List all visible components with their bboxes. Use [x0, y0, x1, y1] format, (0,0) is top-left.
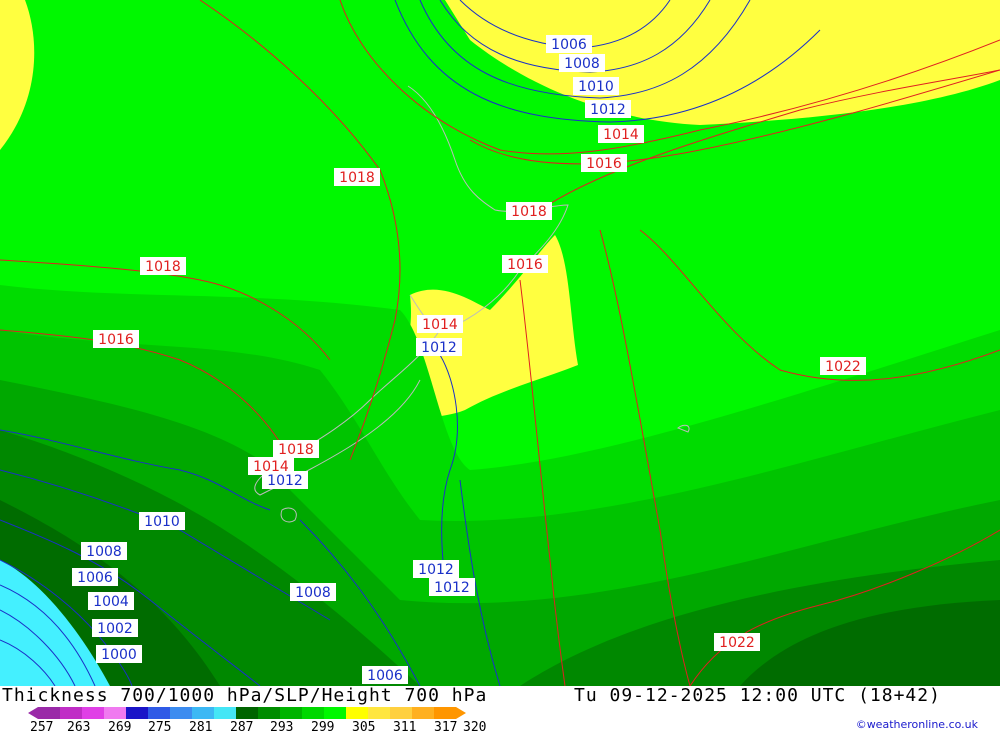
- svg-text:1012: 1012: [421, 340, 457, 356]
- isobar-label-blue: 1008: [290, 583, 336, 601]
- svg-text:1008: 1008: [564, 56, 600, 72]
- svg-text:1008: 1008: [295, 585, 331, 601]
- isobar-label-blue: 1002: [92, 619, 138, 637]
- isobar-label-red: 1022: [820, 357, 866, 375]
- svg-text:1010: 1010: [578, 79, 614, 95]
- legend-swatch: [104, 707, 126, 719]
- legend-swatch: [346, 707, 368, 719]
- isobar-label-red: 1022: [714, 633, 760, 651]
- legend-swatch: [236, 707, 258, 719]
- svg-text:1014: 1014: [603, 127, 639, 143]
- isobar-label-blue: 1004: [88, 592, 134, 610]
- legend-swatch: [368, 707, 390, 719]
- svg-text:1012: 1012: [590, 102, 626, 118]
- svg-text:1018: 1018: [278, 442, 314, 458]
- isobar-label-blue: 1006: [362, 666, 408, 684]
- svg-text:1016: 1016: [507, 257, 543, 273]
- legend-swatch: [280, 707, 302, 719]
- isobar-label-blue: 1012: [416, 338, 462, 356]
- isobar-label-blue: 1006: [72, 568, 118, 586]
- legend-swatch: [324, 707, 346, 719]
- isobar-label-blue: 1006: [546, 35, 592, 53]
- svg-text:1016: 1016: [586, 156, 622, 172]
- isobar-label-blue: 1010: [139, 512, 185, 530]
- legend-swatch: [214, 707, 236, 719]
- svg-text:1022: 1022: [825, 359, 861, 375]
- isobar-label-blue: 1012: [429, 578, 475, 596]
- svg-text:1006: 1006: [77, 570, 113, 586]
- svg-text:1016: 1016: [98, 332, 134, 348]
- isobar-label-red: 1014: [417, 315, 463, 333]
- svg-text:1010: 1010: [144, 514, 180, 530]
- isobar-label-blue: 1008: [559, 54, 605, 72]
- legend-swatch: [82, 707, 104, 719]
- svg-text:1022: 1022: [719, 635, 755, 651]
- legend-arrow-right: [456, 707, 466, 719]
- svg-text:1012: 1012: [418, 562, 454, 578]
- isobar-label-red: 1016: [93, 330, 139, 348]
- svg-text:1012: 1012: [434, 580, 470, 596]
- legend-swatch: [126, 707, 148, 719]
- isobar-label-red: 1018: [334, 168, 380, 186]
- svg-text:1018: 1018: [339, 170, 375, 186]
- isobar-label-blue: 1000: [96, 645, 142, 663]
- svg-text:1018: 1018: [145, 259, 181, 275]
- legend-swatch: [390, 707, 412, 719]
- legend-swatch: [412, 707, 434, 719]
- legend-swatch: [192, 707, 214, 719]
- svg-text:1014: 1014: [422, 317, 458, 333]
- isobar-label-blue: 1012: [262, 471, 308, 489]
- legend-swatch: [148, 707, 170, 719]
- svg-text:1018: 1018: [511, 204, 547, 220]
- legend-swatch: [258, 707, 280, 719]
- svg-text:1006: 1006: [551, 37, 587, 53]
- svg-text:1000: 1000: [101, 647, 137, 663]
- map-title: Thickness 700/1000 hPa/SLP/Height 700 hP…: [2, 685, 488, 706]
- legend-swatch: [170, 707, 192, 719]
- legend-swatch: [38, 707, 60, 719]
- isobar-label-red: 1018: [506, 202, 552, 220]
- svg-text:1004: 1004: [93, 594, 129, 610]
- color-legend: [28, 707, 466, 719]
- legend-swatch: [302, 707, 324, 719]
- isobar-label-blue: 1008: [81, 542, 127, 560]
- isobar-label-red: 1016: [502, 255, 548, 273]
- legend-swatch: [434, 707, 456, 719]
- isobar-label-red: 1014: [598, 125, 644, 143]
- legend-arrow-left: [28, 707, 38, 719]
- valid-time: Tu 09-12-2025 12:00 UTC (18+42): [574, 685, 941, 706]
- isobar-label-blue: 1012: [585, 100, 631, 118]
- svg-text:1008: 1008: [86, 544, 122, 560]
- credit-link[interactable]: ©weatheronline.co.uk: [856, 718, 978, 731]
- isobar-label-red: 1018: [140, 257, 186, 275]
- svg-text:1006: 1006: [367, 668, 403, 684]
- svg-text:1002: 1002: [97, 621, 133, 637]
- isobar-label-blue: 1010: [573, 77, 619, 95]
- isobar-label-red: 1018: [273, 440, 319, 458]
- isobar-label-blue: 1012: [413, 560, 459, 578]
- svg-text:1012: 1012: [267, 473, 303, 489]
- legend-swatch: [60, 707, 82, 719]
- isobar-label-red: 1016: [581, 154, 627, 172]
